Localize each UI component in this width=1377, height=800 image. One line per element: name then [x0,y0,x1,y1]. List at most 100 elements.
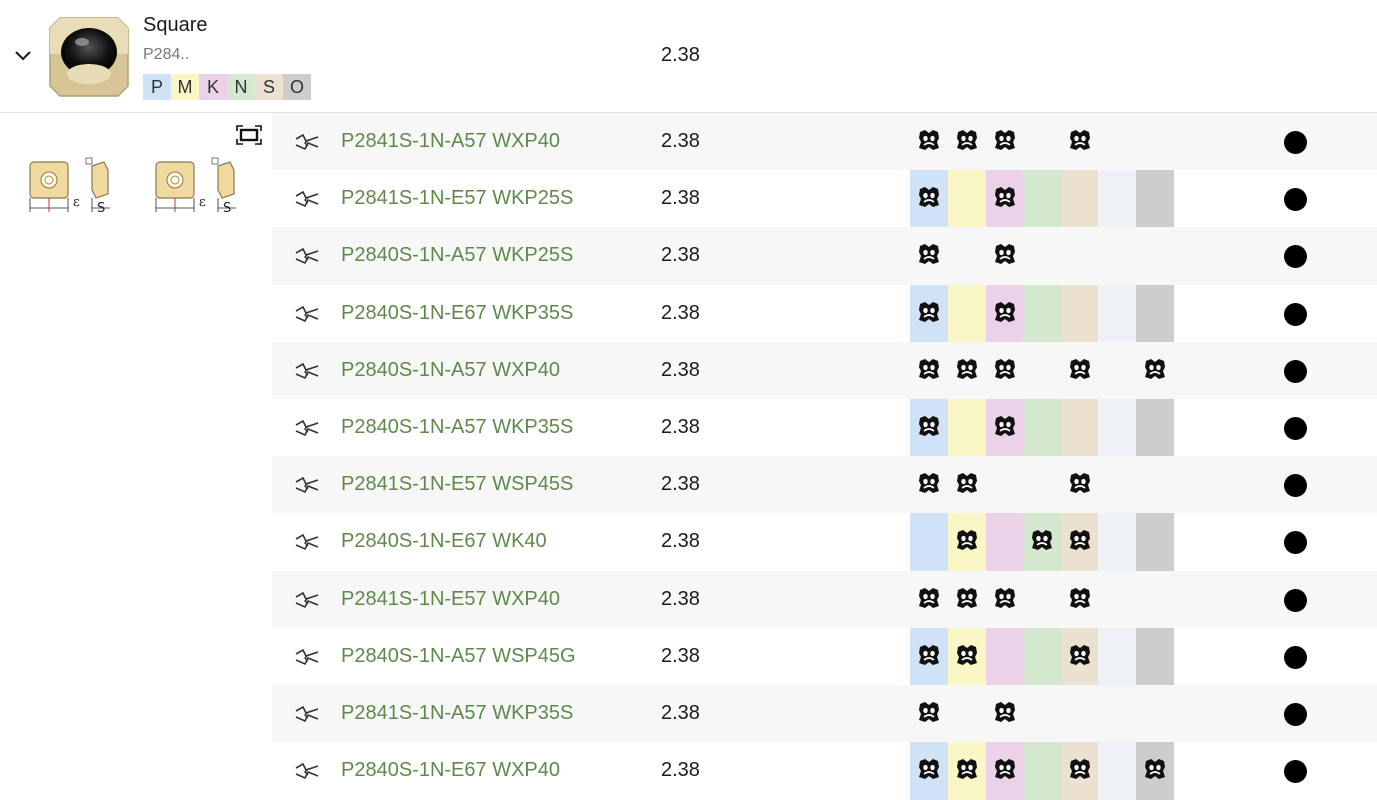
suitability-icon-m [955,357,979,381]
row-value: 2.38 [661,301,700,324]
suitability-icon-p [917,414,941,438]
suitability-icon-p [917,357,941,381]
table-row[interactable]: P2841S-1N-A57 WXP40 2.38 [272,113,1377,171]
availability-dot-icon [1284,588,1307,612]
feed-direction-icon[interactable] [294,703,320,725]
suitability-icon-m [955,128,979,152]
insert-image [49,17,129,97]
suitability-icon-k [993,242,1017,266]
product-code-link[interactable]: P2841S-1N-E57 WXP40 [341,588,560,611]
suitability-icon-p [917,300,941,324]
feed-direction-icon[interactable] [294,360,320,382]
feed-direction-icon[interactable] [294,531,320,553]
row-value: 2.38 [661,358,700,381]
table-row[interactable]: P2840S-1N-A57 WKP35S 2.38 [272,399,1377,456]
feed-direction-icon[interactable] [294,474,320,496]
iso-badge-m: M [171,74,199,100]
iso-badge-k: K [199,74,227,100]
chevron-down-icon[interactable] [12,46,34,64]
availability-dot-icon [1284,474,1307,498]
suitability-icon-k [993,757,1017,781]
feed-direction-icon[interactable] [294,646,320,668]
row-value: 2.38 [661,415,700,438]
suitability-icon-k [993,700,1017,724]
suitability-icon-s [1068,528,1092,552]
feed-direction-icon[interactable] [294,188,320,210]
suitability-icon-s [1068,586,1092,610]
suitability-icon-p [917,242,941,266]
row-value: 2.38 [661,644,700,667]
table-row[interactable]: P2840S-1N-E67 WXP40 2.38 [272,742,1377,799]
suitability-icon-p [917,643,941,667]
product-code-link[interactable]: P2840S-1N-A57 WSP45G [341,645,576,668]
table-row[interactable]: P2840S-1N-A57 WKP25S 2.38 [272,227,1377,285]
group-title: Square [143,14,208,36]
epsilon-label: ε [73,195,80,210]
table-row[interactable]: P2840S-1N-E67 WK40 2.38 [272,513,1377,570]
suitability-icon-k [993,586,1017,610]
table-row[interactable]: P2841S-1N-E57 WKP25S 2.38 [272,170,1377,227]
row-value: 2.38 [661,759,700,782]
row-value: 2.38 [661,187,700,210]
row-value: 2.38 [661,701,700,724]
availability-dot-icon [1284,702,1307,726]
availability-dot-icon [1284,359,1307,383]
product-code-link[interactable]: P2841S-1N-A57 WKP35S [341,702,573,725]
product-code-link[interactable]: P2840S-1N-E67 WXP40 [341,759,560,782]
suitability-icon-p [917,757,941,781]
suitability-icon-s [1068,757,1092,781]
insert-sketch-left: ε S [29,157,110,216]
feed-direction-icon[interactable] [294,589,320,611]
table-row[interactable]: P2840S-1N-A57 WSP45G 2.38 [272,628,1377,685]
product-code-link[interactable]: P2840S-1N-E67 WK40 [341,530,547,553]
suitability-icon-s [1068,471,1092,495]
availability-dot-icon [1284,760,1307,784]
suitability-icon-m [955,757,979,781]
availability-dot-icon [1284,302,1307,326]
suitability-icon-n [1030,528,1054,552]
suitability-icon-k [993,185,1017,209]
epsilon-label: ε [199,195,206,210]
product-code-link[interactable]: P2841S-1N-E57 WSP45S [341,473,573,496]
product-table: P2841S-1N-A57 WXP40 2.38 P2841S-1N-E57 WKP… [272,113,1377,799]
suitability-icon-s [1068,357,1092,381]
availability-dot-icon [1284,645,1307,669]
row-value: 2.38 [661,244,700,267]
product-code-link[interactable]: P2840S-1N-A57 WKP35S [341,416,573,439]
table-row[interactable]: P2840S-1N-A57 WXP40 2.38 [272,341,1377,399]
feed-direction-icon[interactable] [294,131,320,153]
expand-icon[interactable] [235,124,263,146]
feed-direction-icon[interactable] [294,303,320,325]
table-row[interactable]: P2840S-1N-E67 WKP35S 2.38 [272,285,1377,342]
suitability-icon-p [917,700,941,724]
product-code-link[interactable]: P2840S-1N-A57 WXP40 [341,359,560,382]
s-label: S [97,201,105,216]
suitability-icon-o [1143,357,1167,381]
suitability-icon-s [1068,128,1092,152]
product-code-link[interactable]: P2841S-1N-A57 WXP40 [341,130,560,153]
availability-dot-icon [1284,188,1307,212]
product-code-link[interactable]: P2840S-1N-A57 WKP25S [341,244,573,267]
suitability-icon-o [1143,757,1167,781]
suitability-icon-m [955,586,979,610]
product-code-link[interactable]: P2840S-1N-E67 WKP35S [341,302,573,325]
feed-direction-icon[interactable] [294,417,320,439]
product-code-link[interactable]: P2841S-1N-E57 WKP25S [341,187,573,210]
availability-dot-icon [1284,531,1307,555]
suitability-icon-k [993,357,1017,381]
iso-badge-s: S [255,74,283,100]
suitability-icon-m [955,471,979,495]
suitability-icon-p [917,128,941,152]
availability-dot-icon [1284,416,1307,440]
feed-direction-icon[interactable] [294,760,320,782]
suitability-icon-s [1068,643,1092,667]
s-label: S [223,201,231,216]
row-value: 2.38 [661,587,700,610]
table-row[interactable]: P2841S-1N-E57 WXP40 2.38 [272,570,1377,628]
iso-badges: PMKNSO [143,74,311,100]
feed-direction-icon[interactable] [294,245,320,267]
availability-dot-icon [1284,131,1307,154]
table-row[interactable]: P2841S-1N-A57 WKP35S 2.38 [272,684,1377,743]
table-row[interactable]: P2841S-1N-E57 WSP45S 2.38 [272,456,1377,514]
insert-group-header[interactable]: Square P284.. PMKNSO 2.38 [0,0,1377,113]
